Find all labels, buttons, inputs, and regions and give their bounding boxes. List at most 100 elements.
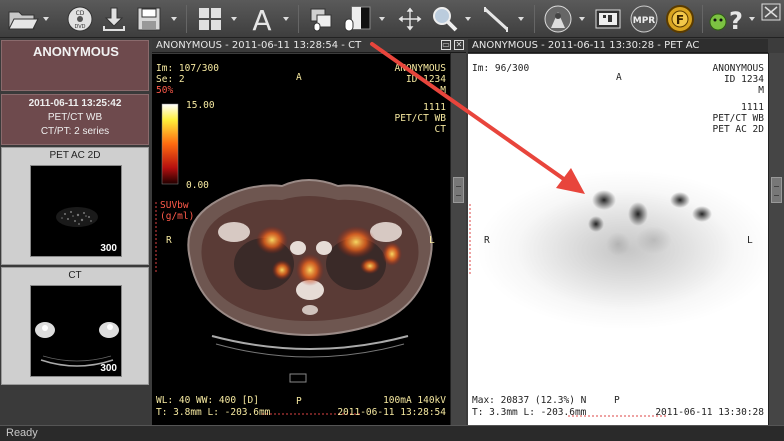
viewport-ct-fusion[interactable]: ANONYMOUS - 2011-06-11 13:28:54 - CT ▭ ✕ xyxy=(152,39,466,425)
svg-text:F: F xyxy=(676,13,684,27)
patient-box[interactable]: ANONYMOUS xyxy=(1,40,149,91)
app-window: CD DVD A MPR F ? ANONYMOUS 2011-06-11 13… xyxy=(0,0,784,441)
series-number: Se: 2 xyxy=(156,74,185,85)
series-image-count: 300 xyxy=(100,243,117,254)
toolbar-separator xyxy=(298,5,299,33)
study-date: 2011-06-11 13:25:42 xyxy=(28,98,122,109)
slice-thickness-overlay: T: 3.3mm L: -203.6mm xyxy=(472,407,587,418)
cd-dvd-icon[interactable]: CD DVD xyxy=(63,3,97,35)
fusion-icon[interactable]: F xyxy=(664,3,696,35)
toolbar-separator xyxy=(534,5,535,33)
zoom-dropdown-icon[interactable] xyxy=(464,14,472,24)
patient-name-overlay: ANONYMOUS xyxy=(394,63,446,74)
study-id-overlay: 1111 xyxy=(741,102,764,113)
measure-dropdown-icon[interactable] xyxy=(517,14,525,24)
scale-max: 15.00 xyxy=(186,100,215,111)
3d-dropdown-icon[interactable] xyxy=(578,14,586,24)
svg-text:CD: CD xyxy=(76,10,85,17)
viewport-pet[interactable]: ANONYMOUS - 2011-06-11 13:30:28 - PET AC xyxy=(468,39,768,425)
orientation-top: A xyxy=(616,72,622,83)
measure-line-icon[interactable] xyxy=(480,3,512,35)
fusion-opacity: 50% xyxy=(156,85,174,96)
scrollbar-thumb[interactable] xyxy=(771,177,782,203)
viewport1-scrollbar[interactable] xyxy=(450,53,466,425)
toolbar-separator xyxy=(186,5,187,33)
scrollbar-thumb[interactable] xyxy=(453,177,464,203)
download-icon[interactable] xyxy=(99,3,129,35)
text-dropdown-icon[interactable] xyxy=(282,14,290,24)
study-desc-overlay: PET/CT WB xyxy=(394,113,446,124)
study-id-overlay: 1111 xyxy=(423,102,446,113)
orientation-left: R xyxy=(484,235,490,246)
mpr-icon[interactable]: MPR xyxy=(628,3,660,35)
window-level-dropdown-icon[interactable] xyxy=(378,14,386,24)
orientation-right: L xyxy=(747,235,753,246)
svg-text:MPR: MPR xyxy=(633,16,656,26)
help-dropdown-icon[interactable] xyxy=(748,14,756,24)
ct-image-area[interactable]: Im: 107/300 Se: 2 50% 15.00 0.00 SUVbw (… xyxy=(152,54,466,425)
slice-thickness-overlay: T: 3.8mm L: -203.6mm xyxy=(156,407,271,418)
orientation-top: A xyxy=(296,72,302,83)
text-annotation-icon[interactable]: A xyxy=(246,3,278,35)
help-icon[interactable]: ? xyxy=(707,3,747,35)
viewport-title: ANONYMOUS - 2011-06-11 13:30:28 - PET AC xyxy=(468,39,768,53)
viewport-controls: ▭ ✕ xyxy=(441,40,464,52)
pet-thumbnail-image: 300 xyxy=(30,165,122,257)
scale-min: 0.00 xyxy=(186,180,209,191)
layout-grid-icon[interactable] xyxy=(194,3,226,35)
svg-text:?: ? xyxy=(729,7,743,33)
exposure-overlay: 100mA 140kV xyxy=(383,395,446,406)
pet-image xyxy=(469,170,768,417)
main-toolbar: CD DVD A MPR F ? xyxy=(0,0,784,38)
series-title: PET AC 2D xyxy=(49,150,101,161)
pan-icon[interactable] xyxy=(394,3,426,35)
series-title: CT xyxy=(68,270,82,281)
open-folder-icon[interactable] xyxy=(6,3,40,35)
svg-text:A: A xyxy=(252,5,271,33)
close-icon[interactable]: ✕ xyxy=(454,40,464,50)
series-thumbnail-pet[interactable]: PET AC 2D 300 xyxy=(1,147,149,265)
modality-overlay: CT xyxy=(434,124,446,135)
save-dropdown-icon[interactable] xyxy=(170,14,178,24)
layout-dropdown-icon[interactable] xyxy=(230,14,238,24)
toolbar-separator xyxy=(702,5,703,33)
svg-text:DVD: DVD xyxy=(74,24,85,30)
cine-film-icon[interactable] xyxy=(592,3,624,35)
patient-sex-overlay: M xyxy=(758,85,764,96)
fullscreen-icon[interactable] xyxy=(760,2,782,22)
3d-render-icon[interactable] xyxy=(541,3,575,35)
orientation-bottom: P xyxy=(614,395,620,406)
open-dropdown-icon[interactable] xyxy=(42,14,50,24)
zoom-icon[interactable] xyxy=(428,3,462,35)
acquisition-datetime-overlay: 2011-06-11 13:30:28 xyxy=(655,407,764,418)
acquisition-datetime-overlay: 2011-06-11 13:28:54 xyxy=(337,407,446,418)
patient-id-overlay: ID 1234 xyxy=(723,74,764,85)
viewport2-scrollbar[interactable] xyxy=(768,53,784,425)
status-bar: Ready xyxy=(0,425,784,441)
scale-unit: SUVbw xyxy=(160,200,189,211)
patient-id-overlay: ID 1234 xyxy=(405,74,446,85)
orientation-right: L xyxy=(429,235,435,246)
ct-thumbnail-image: 300 xyxy=(30,285,122,377)
patient-sex-overlay: M xyxy=(440,85,446,96)
pet-image-area[interactable]: Im: 96/300 A R L P ANONYMOUS ID 1234 M 1… xyxy=(468,54,768,425)
window-level-icon[interactable] xyxy=(340,3,374,35)
series-desc-overlay: PET AC 2D xyxy=(712,124,764,135)
series-thumbnail-ct[interactable]: CT 300 xyxy=(1,267,149,385)
orientation-left: R xyxy=(166,235,172,246)
study-series-info: CT/PT: 2 series xyxy=(40,126,110,137)
patient-name-overlay: ANONYMOUS xyxy=(712,63,764,74)
study-description: PET/CT WB xyxy=(47,112,103,123)
series-image-count: 300 xyxy=(100,363,117,374)
series-sync-icon[interactable] xyxy=(306,3,338,35)
max-value-overlay: Max: 20837 (12.3%) N xyxy=(472,395,587,406)
scale-unit-detail: (g/ml) xyxy=(160,211,195,222)
series-browser-panel: ANONYMOUS 2011-06-11 13:25:42 PET/CT WB … xyxy=(0,39,150,425)
window-level-overlay: WL: 40 WW: 400 [D] xyxy=(156,395,259,406)
patient-name: ANONYMOUS xyxy=(33,44,119,59)
study-box[interactable]: 2011-06-11 13:25:42 PET/CT WB CT/PT: 2 s… xyxy=(1,94,149,145)
image-number: Im: 107/300 xyxy=(156,63,219,74)
save-icon[interactable] xyxy=(133,3,165,35)
maximize-icon[interactable]: ▭ xyxy=(441,40,451,50)
viewport-title: ANONYMOUS - 2011-06-11 13:28:54 - CT xyxy=(152,39,466,53)
